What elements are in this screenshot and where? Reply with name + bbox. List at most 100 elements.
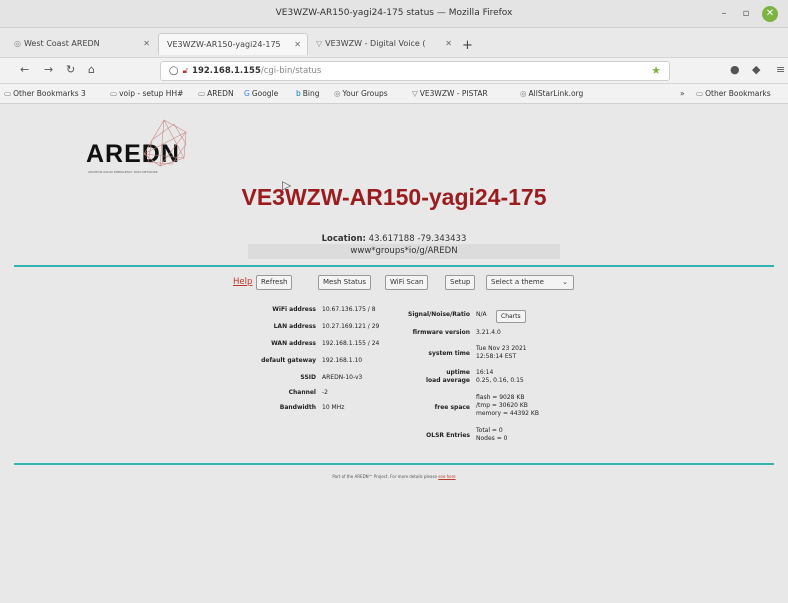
close-tab-icon[interactable]: ✕ [294,34,301,55]
globe-icon: ◎ [334,89,341,98]
tmp-space: /tmp = 30620 KB [476,402,528,409]
bookmark-pistar[interactable]: ▽ VE3WZW - PISTAR [412,84,488,104]
wifi-scan-button[interactable]: WiFi Scan [385,275,429,290]
control-bar: Help Refresh Mesh Status WiFi Scan Setup… [0,274,788,292]
new-tab-button[interactable]: + [462,38,473,53]
snr-value: N/A [476,311,487,318]
uptime-key: uptime [446,369,470,376]
bookmarks-toolbar: ▭ Other Bookmarks 3 ▭ voip - setup HH# ▭ AR… [0,84,788,104]
menu-icon[interactable]: ≡ [776,63,785,76]
refresh-button[interactable]: Refresh [256,275,293,290]
footer-text: Part of the AREDN™ Project. For more det… [332,474,438,479]
help-link[interactable]: Help [233,277,252,287]
wan-address-key: WAN address [271,340,316,347]
firmware-key: firmware version [412,329,470,336]
close-tab-icon[interactable]: ✕ [143,33,150,55]
account-icon[interactable]: ◆ [752,63,760,76]
divider [14,463,774,465]
folder-icon: ▭ [110,89,118,98]
olsr-key: OLSR Entries [426,432,470,439]
maximize-button[interactable]: ▫ [738,6,754,22]
back-arrow-icon[interactable]: ← [20,63,29,76]
chevron-down-icon: ⌄ [562,278,568,286]
mesh-status-button[interactable]: Mesh Status [318,275,371,290]
reload-icon[interactable]: ↻ [66,63,75,76]
folder-icon: ▭ [4,89,12,98]
nav-bar: ← → ↻ ⌂ ◯ 🔓︎ 192.168.1.155/cgi-bin/status … [0,58,788,84]
bookmark-google[interactable]: G Google [244,84,278,104]
mesh-logo-icon [143,119,187,167]
tab-label: West Coast AREDN [23,39,100,48]
folder-icon: ▭ [198,89,206,98]
node-description: www*groups*io/g/AREDN [248,244,560,259]
insecure-lock-icon[interactable]: 🔓︎ [183,66,189,76]
pistar-icon: ▽ [412,89,418,98]
flash-space: flash = 9028 KB [476,394,525,401]
gateway-value: 192.168.1.10 [322,357,363,364]
ssid-value: AREDN-10-v3 [322,374,363,381]
bookmark-bing[interactable]: b Bing [296,84,320,104]
wifi-address-value: 10.67.136.175 / 8 [322,306,376,313]
minimize-button[interactable]: – [716,6,732,22]
lan-address-value: 10.27.169.121 / 29 [322,323,380,330]
olsr-nodes: Nodes = 0 [476,435,508,442]
location-value: 43.617188 -79.343433 [368,234,467,244]
lan-address-key: LAN address [273,323,316,330]
globe-icon: ◎ [520,89,527,98]
aredn-logo: AREDN AMATEUR RADIO EMERGENCY DATA NETWO… [86,119,187,174]
tab-pistar[interactable]: ▽ VE3WZW - Digital Voice ( ✕ [308,33,458,55]
close-tab-icon[interactable]: ✕ [445,33,452,55]
system-time-date: Tue Nov 23 2021 [476,345,527,352]
channel-key: Channel [288,389,316,396]
window-titlebar: VE3WZW-AR150-yagi24-175 status — Mozilla… [0,0,788,28]
bookmark-allstarlink[interactable]: ◎ AllStarLink.org [520,84,583,104]
divider [14,265,774,267]
location-label: Location: [321,234,366,244]
theme-select-value: Select a theme [491,278,544,286]
snr-key: Signal/Noise/Ratio [408,311,470,318]
uptime-value: 16:14 [476,369,494,376]
theme-select[interactable]: Select a theme ⌄ [486,275,574,290]
bandwidth-value: 10 MHz [322,404,345,411]
home-icon[interactable]: ⌂ [88,63,95,76]
bookmark-folder[interactable]: ▭ voip - setup HH# [110,84,183,104]
shield-icon: ◯ [169,66,179,76]
url-bar[interactable]: ◯ 🔓︎ 192.168.1.155/cgi-bin/status ★ [160,61,670,81]
page-content [8,104,780,603]
bookmark-star-icon[interactable]: ★ [651,62,661,80]
charts-button[interactable]: Charts [496,310,526,323]
pistar-icon: ▽ [316,39,323,48]
bookmarks-overflow-icon[interactable]: » [680,84,685,104]
bing-icon: b [296,89,301,98]
bookmark-your-groups[interactable]: ◎ Your Groups [334,84,388,104]
bookmark-folder[interactable]: ▭ AREDN [198,84,234,104]
google-icon: G [244,89,250,98]
tab-label: VE3WZW-AR150-yagi24-175 [167,40,281,49]
wan-address-value: 192.168.1.155 / 24 [322,340,380,347]
url-host: 192.168.1.155 [192,66,261,76]
bookmark-folder[interactable]: ▭ Other Bookmarks 3 [4,84,86,104]
globe-icon: ◎ [14,39,21,48]
node-name: VE3WZW-AR150-yagi24-175 [241,184,547,210]
footer-link[interactable]: see here [438,474,455,479]
node-location: Location: 43.617188 -79.343433 [0,234,788,244]
tab-west-coast-aredn[interactable]: ◎ West Coast AREDN ✕ [6,33,156,55]
firmware-value: 3.21.4.0 [476,329,501,336]
system-time-key: system time [428,350,470,357]
url-path: /cgi-bin/status [260,66,322,76]
bookmark-folder-other[interactable]: ▭ Other Bookmarks [696,84,771,104]
channel-value: -2 [322,389,328,396]
extension-icon[interactable]: ● [730,63,740,76]
tab-label: VE3WZW - Digital Voice ( [325,39,426,48]
free-space-key: free space [434,404,470,411]
close-window-button[interactable]: ✕ [762,6,778,22]
setup-button[interactable]: Setup [445,275,476,290]
tab-node-status[interactable]: VE3WZW-AR150-yagi24-175 ✕ [158,33,308,55]
ssid-key: SSID [300,374,316,381]
load-value: 0.25, 0.16, 0.15 [476,377,524,384]
footer: Part of the AREDN™ Project. For more det… [0,474,788,479]
forward-arrow-icon[interactable]: → [44,63,53,76]
load-key: load average [425,377,470,384]
system-time-clock: 12:58:14 EST [476,353,517,360]
gateway-key: default gateway [261,357,316,364]
